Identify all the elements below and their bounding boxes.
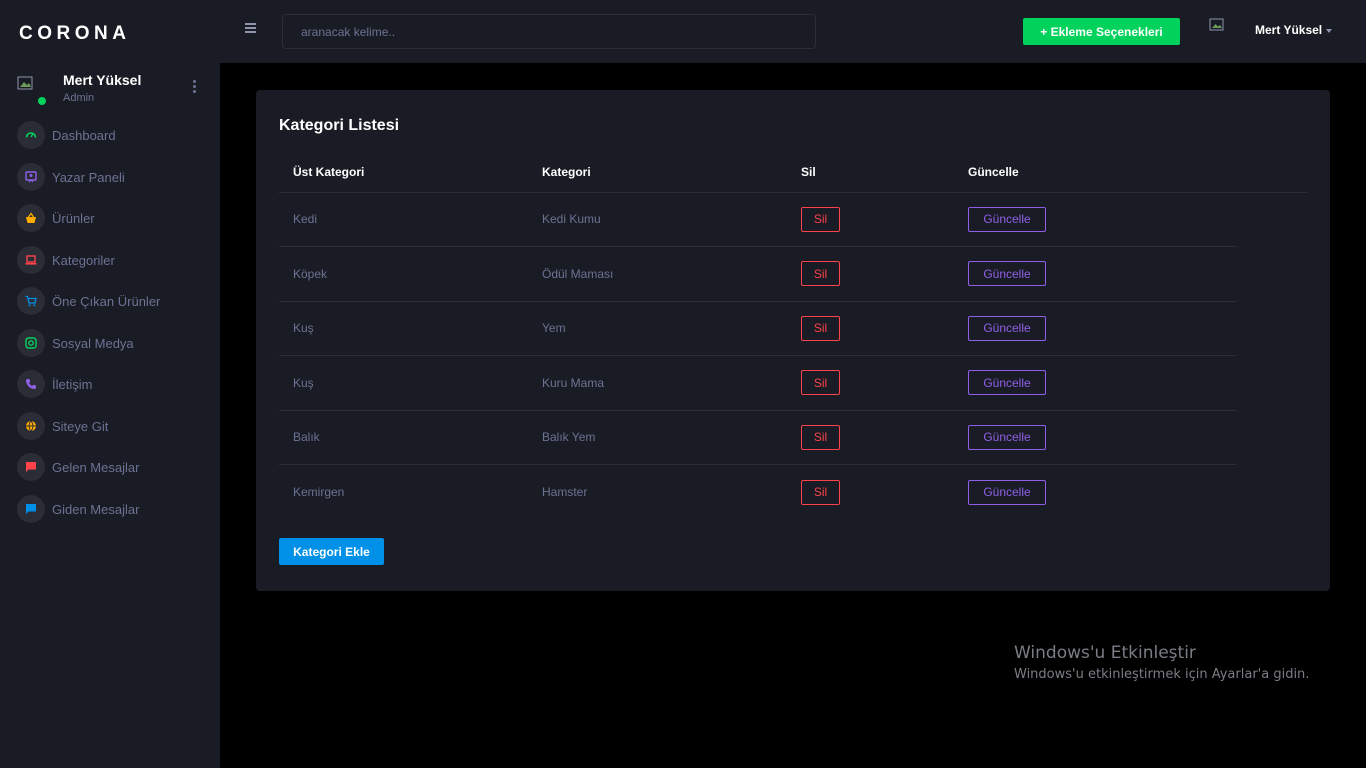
- cell-parent-category: Balık: [279, 410, 542, 465]
- sidebar-item-yazar-paneli[interactable]: Yazar Paneli: [0, 157, 220, 199]
- sidebar-item-label: Gelen Mesajlar: [52, 460, 140, 475]
- online-status-dot: [38, 97, 46, 105]
- sidebar-item-label: Sosyal Medya: [52, 335, 134, 351]
- add-category-button[interactable]: Kategori Ekle: [279, 538, 384, 565]
- phone-icon: [17, 370, 45, 398]
- globe-icon: [17, 411, 45, 440]
- sidebar-profile: Mert Yüksel Admin: [0, 68, 220, 112]
- profile-name: Mert Yüksel: [63, 72, 142, 88]
- table-header-row: Üst Kategori Kategori Sil Güncelle: [279, 152, 1307, 193]
- sidebar-item-label: Ürünler: [52, 211, 95, 226]
- sidebar-item-giden-mesajlar[interactable]: Giden Mesajlar: [0, 489, 220, 531]
- sidebar-item-label: İletişim: [52, 377, 93, 392]
- brand-logo[interactable]: CORONA: [19, 23, 130, 45]
- delete-button[interactable]: Sil: [801, 315, 840, 341]
- cell-category: Kedi Kumu: [542, 192, 801, 247]
- sidebar-item-label: Giden Mesajlar: [52, 501, 140, 517]
- column-header-parent-category: Üst Kategori: [279, 152, 542, 193]
- navbar-user-name[interactable]: Mert Yüksel: [1255, 23, 1322, 37]
- watermark-subtitle: Windows'u etkinleştirmek için Ayarlar'a …: [1014, 667, 1310, 682]
- cell-category: Kuru Mama: [542, 355, 801, 411]
- table-row: Kemirgen Hamster Sil Güncelle: [279, 465, 1307, 520]
- cell-parent-category: Kedi: [279, 192, 542, 247]
- table-row: Kuş Yem Sil Güncelle: [279, 301, 1307, 356]
- chevron-down-icon[interactable]: [1326, 29, 1332, 33]
- speedometer-icon: [17, 121, 45, 149]
- top-navbar: + Ekleme Seçenekleri Mert Yüksel: [220, 0, 1366, 63]
- column-header-category: Kategori: [542, 152, 801, 193]
- update-button[interactable]: Güncelle: [968, 261, 1046, 287]
- cell-parent-category: Kuş: [279, 355, 542, 411]
- more-options-icon[interactable]: [189, 80, 199, 96]
- cell-parent-category: Kuş: [279, 301, 542, 356]
- sidebar-item-iletisim[interactable]: İletişim: [0, 364, 220, 406]
- windows-activation-watermark: Windows'u Etkinleştir Windows'u etkinleş…: [1014, 643, 1309, 682]
- basket-icon: [17, 204, 45, 232]
- column-header-delete: Sil: [801, 152, 968, 193]
- table-row: Balık Balık Yem Sil Güncelle: [279, 410, 1307, 465]
- avatar[interactable]: [17, 74, 37, 94]
- cell-parent-category: Kemirgen: [293, 485, 345, 499]
- delete-button[interactable]: Sil: [801, 424, 840, 450]
- category-list-card: Kategori Listesi Üst Kategori Kategori S…: [256, 90, 1330, 591]
- message-in-icon: [17, 453, 45, 481]
- column-header-update: Güncelle: [968, 152, 1237, 193]
- avatar[interactable]: [1209, 17, 1227, 35]
- delete-button[interactable]: Sil: [801, 206, 840, 232]
- cell-category: Yem: [542, 301, 801, 356]
- update-button[interactable]: Güncelle: [968, 479, 1046, 505]
- card-title: Kategori Listesi: [279, 117, 400, 134]
- delete-button[interactable]: Sil: [801, 370, 840, 396]
- column-header-spacer: [1237, 152, 1307, 193]
- cell-category: Balık Yem: [542, 410, 801, 465]
- laptop-icon: [17, 245, 45, 274]
- instagram-icon: [17, 328, 45, 357]
- delete-button[interactable]: Sil: [801, 479, 840, 505]
- table-row: Kuş Kuru Mama Sil Güncelle: [279, 355, 1307, 411]
- sidebar-item-siteye-git[interactable]: Siteye Git: [0, 406, 220, 448]
- message-out-icon: [17, 494, 45, 523]
- menu-toggle-icon[interactable]: [245, 23, 256, 33]
- sidebar-menu: Dashboard Yazar Paneli Ürünler Kategoril…: [0, 115, 220, 530]
- sidebar: CORONA Mert Yüksel Admin Dashboard Yazar…: [0, 0, 220, 768]
- sidebar-item-label: Dashboard: [52, 128, 116, 143]
- search-input[interactable]: [282, 14, 816, 49]
- update-button[interactable]: Güncelle: [968, 315, 1046, 341]
- profile-role: Admin: [63, 92, 95, 104]
- sidebar-item-label: Kategoriler: [52, 252, 115, 268]
- category-table: Üst Kategori Kategori Sil Güncelle Kedi …: [279, 152, 1307, 519]
- sidebar-item-label: Siteye Git: [52, 418, 109, 434]
- sidebar-item-dashboard[interactable]: Dashboard: [0, 115, 220, 157]
- sidebar-item-urunler[interactable]: Ürünler: [0, 198, 220, 240]
- sidebar-item-one-cikan-urunler[interactable]: Öne Çıkan Ürünler: [0, 281, 220, 323]
- watermark-title: Windows'u Etkinleştir: [1014, 643, 1196, 663]
- delete-button[interactable]: Sil: [801, 261, 840, 287]
- cell-category: Ödül Maması: [542, 246, 801, 302]
- update-button[interactable]: Güncelle: [968, 424, 1046, 450]
- update-button[interactable]: Güncelle: [968, 370, 1046, 396]
- sidebar-item-label: Öne Çıkan Ürünler: [52, 294, 161, 309]
- sidebar-item-gelen-mesajlar[interactable]: Gelen Mesajlar: [0, 447, 220, 489]
- add-options-button[interactable]: + Ekleme Seçenekleri: [1023, 18, 1180, 45]
- update-button[interactable]: Güncelle: [968, 206, 1046, 232]
- cell-parent-category: Köpek: [279, 246, 542, 302]
- author-icon: [17, 162, 45, 191]
- sidebar-item-kategoriler[interactable]: Kategoriler: [0, 240, 220, 282]
- table-row: Kedi Kedi Kumu Sil Güncelle: [279, 192, 1307, 247]
- cart-icon: [17, 287, 45, 315]
- sidebar-item-sosyal-medya[interactable]: Sosyal Medya: [0, 323, 220, 365]
- sidebar-item-label: Yazar Paneli: [52, 169, 125, 185]
- table-row: Köpek Ödül Maması Sil Güncelle: [279, 246, 1307, 302]
- cell-category: Hamster: [542, 485, 588, 499]
